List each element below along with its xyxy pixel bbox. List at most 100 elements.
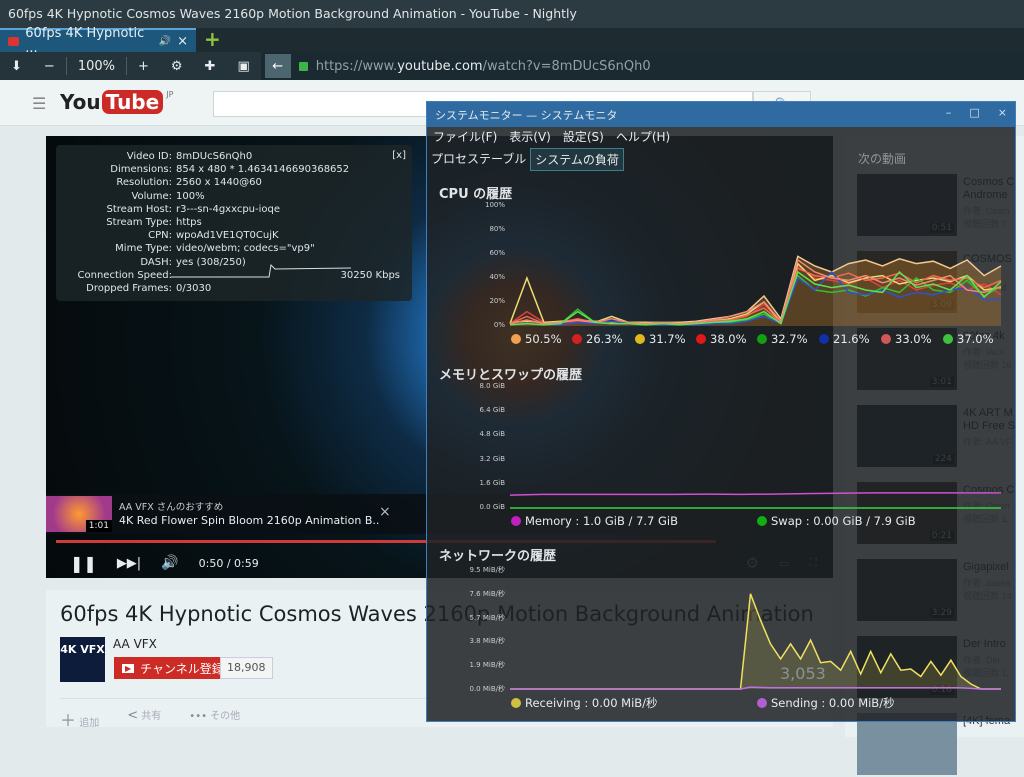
stats-value: https <box>176 217 202 229</box>
channel-name[interactable]: AA VFX <box>113 637 157 651</box>
memory-y-tick: 6.4 GiB <box>479 406 505 415</box>
stats-key: Resolution: <box>116 177 172 189</box>
stats-key: Mime Type: <box>115 243 172 255</box>
download-icon[interactable]: ⬇ <box>0 52 33 80</box>
stats-value: 854 x 480 * 1.4634146690368652 <box>176 164 350 176</box>
recommendation-close-button[interactable]: × <box>379 504 391 520</box>
recommendation-thumbnail[interactable]: 1:01 <box>46 496 112 532</box>
stats-key: Stream Type: <box>106 217 172 229</box>
share-label: 共有 <box>141 711 162 722</box>
connection-speed-sparkline <box>171 263 352 278</box>
pause-icon[interactable]: ❚❚ <box>70 554 97 573</box>
more-button[interactable]: ••• その他 <box>189 707 240 731</box>
menu-help[interactable]: ヘルプ(H) <box>616 128 670 145</box>
zoom-in-button[interactable]: + <box>127 52 160 80</box>
recommendation-title[interactable]: 4K Red Flower Spin Bloom 2160p Animation… <box>119 514 379 527</box>
cpu-legend-item: 26.3% <box>572 332 623 346</box>
system-monitor-titlebar[interactable]: システムモニター — システムモニタ – □ × <box>427 102 1015 127</box>
cpu-y-tick: 0% <box>493 321 505 329</box>
legend-label: 26.3% <box>586 332 623 346</box>
tab-system-load[interactable]: システムの負荷 <box>530 148 624 171</box>
stats-row: CPN: wpoAd1VE1QT0CujK <box>64 229 404 242</box>
menu-view[interactable]: 表示(V) <box>509 128 551 145</box>
tab-close-button[interactable]: × <box>177 34 188 49</box>
plus-icon: ＋ <box>60 711 77 730</box>
zoom-out-button[interactable]: − <box>33 52 66 80</box>
sidebar-video-item[interactable]: [4K] fema <box>857 713 1017 777</box>
menu-file[interactable]: ファイル(F) <box>433 128 497 145</box>
channel-avatar[interactable]: 4K VFX <box>60 637 105 682</box>
stats-value: 0/3030 <box>176 283 212 295</box>
tab-bar: 60fps 4K Hypnotic ... 🔊 × + <box>0 26 1024 56</box>
maximize-button[interactable]: □ <box>969 106 979 119</box>
stats-value: 8mDUcS6nQh0 <box>176 151 253 162</box>
stats-value: 100% <box>176 190 205 202</box>
logo-you: You <box>60 90 101 114</box>
cpu-legend-item: 31.7% <box>635 332 686 346</box>
menu-icon[interactable]: ☰ <box>32 94 46 113</box>
memory-y-tick: 0.0 GiB <box>479 503 505 511</box>
more-label: その他 <box>210 711 241 722</box>
back-button[interactable]: ← <box>264 54 291 78</box>
system-monitor-title: システムモニター — システムモニタ <box>435 109 618 122</box>
stats-row: Stream Host: r3---sn-4gxxcpu-ioqe <box>64 203 404 216</box>
menu-settings[interactable]: 設定(S) <box>563 128 604 145</box>
network-y-tick: 9.5 MiB/秒 <box>469 566 505 574</box>
sidebar-icon[interactable]: ▣ <box>226 52 260 80</box>
stats-row: Dimensions: 854 x 480 * 1.463414669036865… <box>64 163 404 176</box>
stats-key: Video ID: <box>126 151 172 162</box>
subscribe-button[interactable]: ▶ チャンネル登録 <box>114 657 232 679</box>
cpu-y-tick: 40% <box>489 273 505 281</box>
stats-key: CPN: <box>148 230 172 242</box>
time-display: 0:50 / 0:59 <box>198 556 259 570</box>
memory-legend-item: Memory : 1.0 GiB / 7.7 GiB <box>511 514 678 528</box>
network-y-tick: 7.6 MiB/秒 <box>469 589 505 598</box>
volume-icon[interactable]: 🔊 <box>161 555 178 571</box>
legend-label: Memory : 1.0 GiB / 7.7 GiB <box>525 514 679 528</box>
cpu-y-tick: 60% <box>489 249 505 257</box>
system-monitor-window[interactable]: システムモニター — システムモニタ – □ × ファイル(F) 表示(V) 設定(… <box>426 101 1016 722</box>
new-tab-button[interactable]: + <box>204 28 221 50</box>
tab-bar: プロセステーブル システムの負荷 <box>427 148 624 171</box>
legend-label: 50.5% <box>525 332 562 346</box>
tab-process-table[interactable]: プロセステーブル <box>427 148 530 171</box>
up-next-heading: 次の動画 <box>858 152 907 166</box>
share-button[interactable]: < 共有 <box>127 707 161 731</box>
legend-dot-icon <box>511 334 521 344</box>
add-button[interactable]: ＋ 追加 <box>60 707 99 731</box>
legend-label: Sending : 0.00 MiB/秒 <box>771 696 895 710</box>
memory-y-tick: 8.0 GiB <box>479 382 505 390</box>
tab-youtube[interactable]: 60fps 4K Hypnotic ... 🔊 × <box>0 26 196 56</box>
legend-dot-icon <box>696 334 706 344</box>
puzzle-icon[interactable]: ✚ <box>194 52 227 80</box>
cpu-legend-item: 37.0% <box>943 332 994 346</box>
close-button[interactable]: × <box>998 106 1007 119</box>
youtube-logo[interactable]: You Tube JP <box>60 90 173 114</box>
video-thumbnail[interactable] <box>857 713 957 775</box>
lock-icon <box>298 61 308 71</box>
speaker-icon[interactable]: 🔊 <box>159 36 171 47</box>
cpu-y-tick: 80% <box>489 225 505 233</box>
memory-y-tick: 1.6 GiB <box>479 478 505 487</box>
legend-label: 32.7% <box>771 332 808 346</box>
zoom-level[interactable]: 100% <box>67 52 126 80</box>
url-text[interactable]: https://www.youtube.com/watch?v=8mDUcS6n… <box>316 59 651 74</box>
cpu-legend-item: 32.7% <box>757 332 808 346</box>
region-label: JP <box>166 90 174 99</box>
url-bar[interactable]: ← https://www.youtube.com/watch?v=8mDUcS… <box>260 52 1024 80</box>
next-icon[interactable]: ▶▶| <box>117 556 141 571</box>
memory-legend-item: Swap : 0.00 GiB / 7.9 GiB <box>757 514 916 528</box>
stats-close-button[interactable]: [x] <box>392 150 406 161</box>
stats-value: 2560 x 1440@60 <box>176 177 262 189</box>
legend-dot-icon <box>757 698 767 708</box>
view-count: 3,053 <box>780 664 826 683</box>
legend-label: 37.0% <box>957 332 994 346</box>
legend-dot-icon <box>635 334 645 344</box>
gear-icon[interactable]: ⚙ <box>160 52 194 80</box>
minimize-button[interactable]: – <box>946 106 952 119</box>
legend-dot-icon <box>757 334 767 344</box>
stats-row: Dropped Frames: 0/3030 <box>64 282 404 295</box>
window-titlebar: 60fps 4K Hypnotic Cosmos Waves 2160p Mot… <box>0 0 1024 28</box>
stats-key: DASH: <box>140 256 172 268</box>
stats-row: Mime Type: video/webm; codecs="vp9" <box>64 242 404 255</box>
